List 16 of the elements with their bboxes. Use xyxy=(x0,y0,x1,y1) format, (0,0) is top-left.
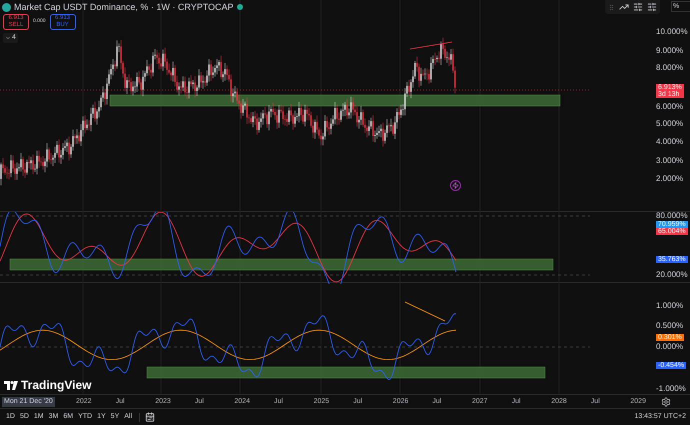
axis-label: 2.000% xyxy=(656,175,684,183)
axis-label: 8.000% xyxy=(656,64,684,72)
axis-label: -1.000% xyxy=(656,385,686,394)
axis-label: 0.500% xyxy=(656,322,684,330)
axis-label: 80.000% xyxy=(656,212,688,220)
axis-label: 3.000% xyxy=(656,157,684,165)
axis-label: 1.000% xyxy=(656,302,684,310)
logo-text: TradingView xyxy=(21,379,92,392)
chart-title: Market Cap USDT Dominance, % · 1W · CRYPTOCAP xyxy=(14,2,234,12)
axis-label: 0.000% xyxy=(656,343,684,352)
axis-label: 10.000% xyxy=(656,28,688,36)
axis-label: 9.000% xyxy=(656,47,684,55)
axis-label: 6.000% xyxy=(656,103,684,111)
axis-label: 4.000% xyxy=(656,138,684,146)
axis-label: 5.000% xyxy=(656,120,684,128)
axis-label: 20.000% xyxy=(656,270,688,278)
